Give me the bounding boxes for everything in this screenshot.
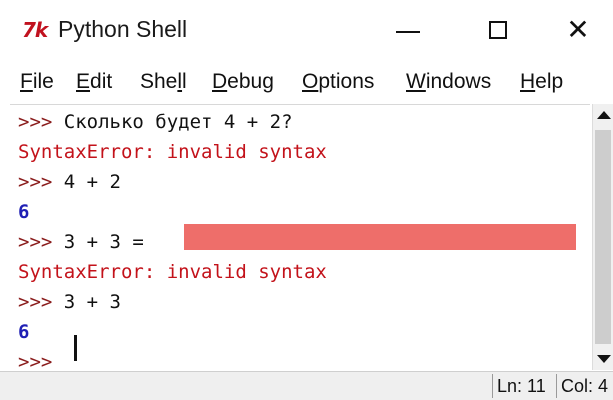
menu-bar: File Edit Shell Debug Options Windows He… [0, 62, 613, 102]
menu-edit[interactable]: Edit [76, 70, 112, 94]
arrow-down-icon [596, 355, 611, 363]
prompt: >>> [18, 351, 53, 373]
arrow-up-icon [596, 111, 611, 119]
python-shell-window: 7k Python Shell ✕ File Edit Shell Debug … [0, 0, 613, 400]
vertical-scrollbar[interactable] [592, 104, 613, 370]
input-text [52, 351, 63, 373]
menu-windows[interactable]: Windows [406, 70, 491, 94]
shell-line-error: SyntaxError: invalid syntax [18, 261, 327, 283]
window-title: Python Shell [58, 16, 188, 42]
text-cursor [74, 335, 77, 361]
scroll-down-button[interactable] [593, 348, 613, 370]
input-text: Сколько будет 4 + 2? [52, 111, 293, 133]
menu-help[interactable]: Help [520, 70, 563, 94]
status-bar: Ln: 11 Col: 4 [0, 371, 613, 400]
input-text: 3 + 3 [52, 291, 121, 313]
input-text: 4 + 2 [52, 171, 121, 193]
menu-debug[interactable]: Debug [212, 70, 274, 94]
scroll-thumb[interactable] [595, 130, 611, 344]
shell-line-error: SyntaxError: invalid syntax [18, 141, 327, 163]
tk-app-icon: 7k [22, 18, 48, 42]
maximize-icon [489, 21, 507, 39]
menu-options[interactable]: Options [302, 70, 374, 94]
prompt: >>> [18, 171, 53, 193]
maximize-button[interactable] [468, 10, 528, 50]
title-bar[interactable]: 7k Python Shell ✕ [0, 0, 613, 58]
menu-shell[interactable]: Shell [140, 70, 187, 94]
minimize-button[interactable] [378, 10, 438, 50]
line-number-status: Ln: 11 [492, 374, 557, 398]
prompt: >>> [18, 111, 53, 133]
shell-line-input: >>> 3 + 3 [18, 287, 121, 317]
shell-line-output: 6 [18, 201, 30, 223]
menu-file[interactable]: File [20, 70, 54, 94]
shell-line-input: >>> 4 + 2 [18, 167, 121, 197]
redaction-highlight [184, 224, 576, 250]
prompt: >>> [18, 291, 53, 313]
shell-line-input: >>> 3 + 3 = [18, 227, 144, 257]
close-button[interactable]: ✕ [548, 10, 608, 50]
shell-line-input: >>> Сколько будет 4 + 2? [18, 107, 293, 137]
shell-line-output: 6 [18, 321, 30, 343]
scroll-up-button[interactable] [593, 104, 613, 126]
input-text: 3 + 3 = [52, 231, 144, 253]
column-number-status: Col: 4 [556, 374, 613, 398]
prompt: >>> [18, 231, 53, 253]
close-icon: ✕ [566, 13, 590, 46]
minimize-icon [396, 31, 420, 33]
